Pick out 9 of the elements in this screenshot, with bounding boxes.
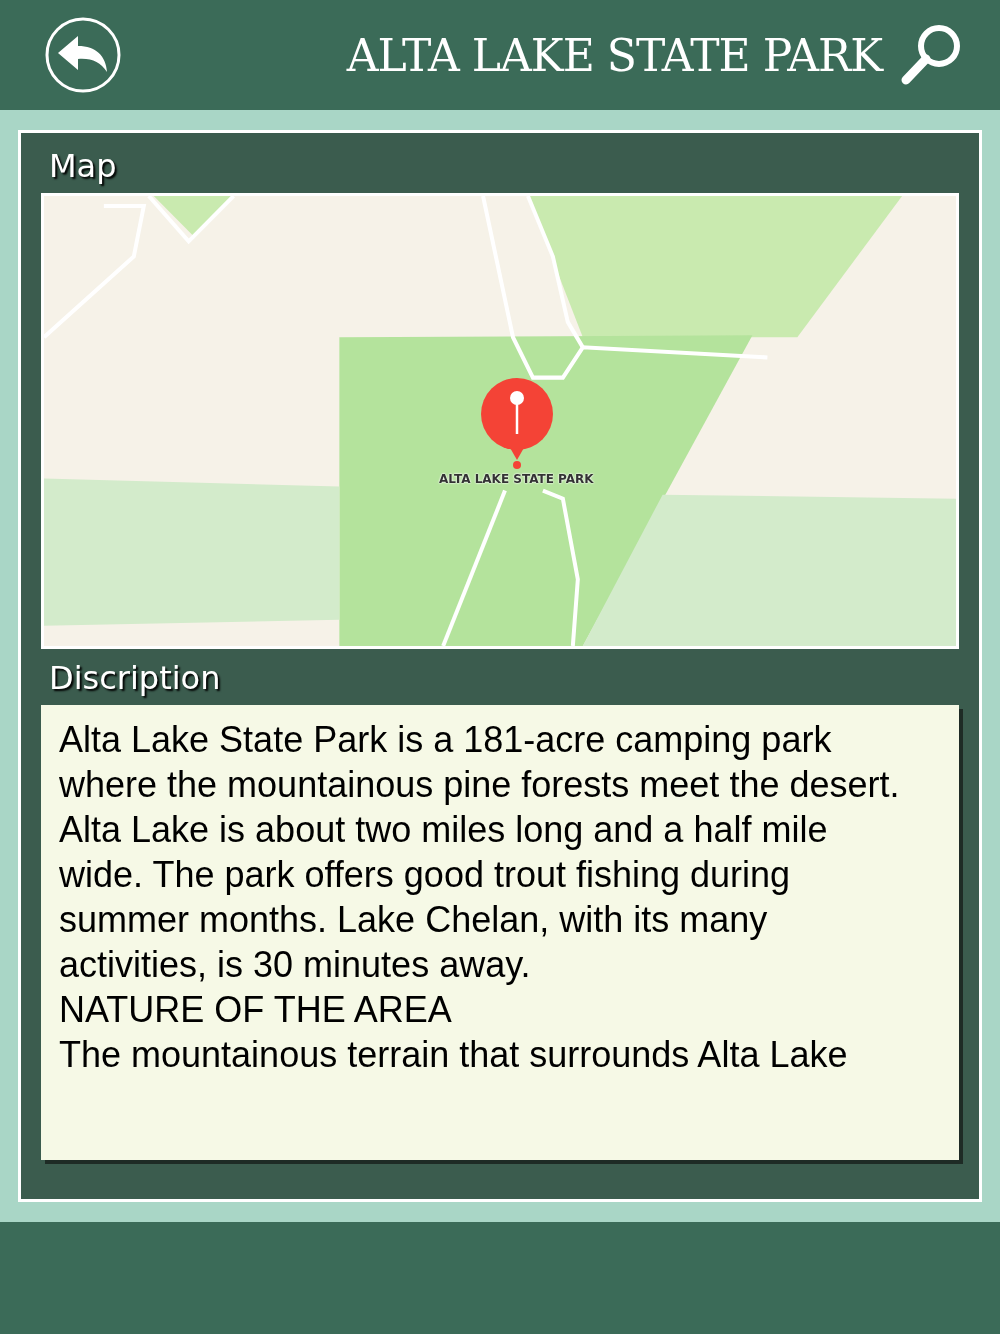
description-text: Alta Lake State Park is a 181-acre camping park where the mountainous pine forests meet the desert. Alta Lake is about two miles long and a half mile wide. The park offers good trout fishing during summer months. Lake Chelan, with its many activities, is 30 minutes away. <box>59 718 901 987</box>
pin-label: ALTA LAKE STATE PARK <box>439 472 594 486</box>
section-heading: Map <box>49 147 118 185</box>
back-button[interactable] <box>44 16 122 94</box>
description-text: NATURE OF THE AREA <box>59 988 453 1032</box>
page-title: ALTA LAKE STATE PARK <box>345 29 882 81</box>
map-pin-icon <box>479 378 555 470</box>
description-text: The mountainous terrain that surrounds Alta Lake <box>59 1033 849 1077</box>
section-heading: Discription <box>49 659 222 697</box>
